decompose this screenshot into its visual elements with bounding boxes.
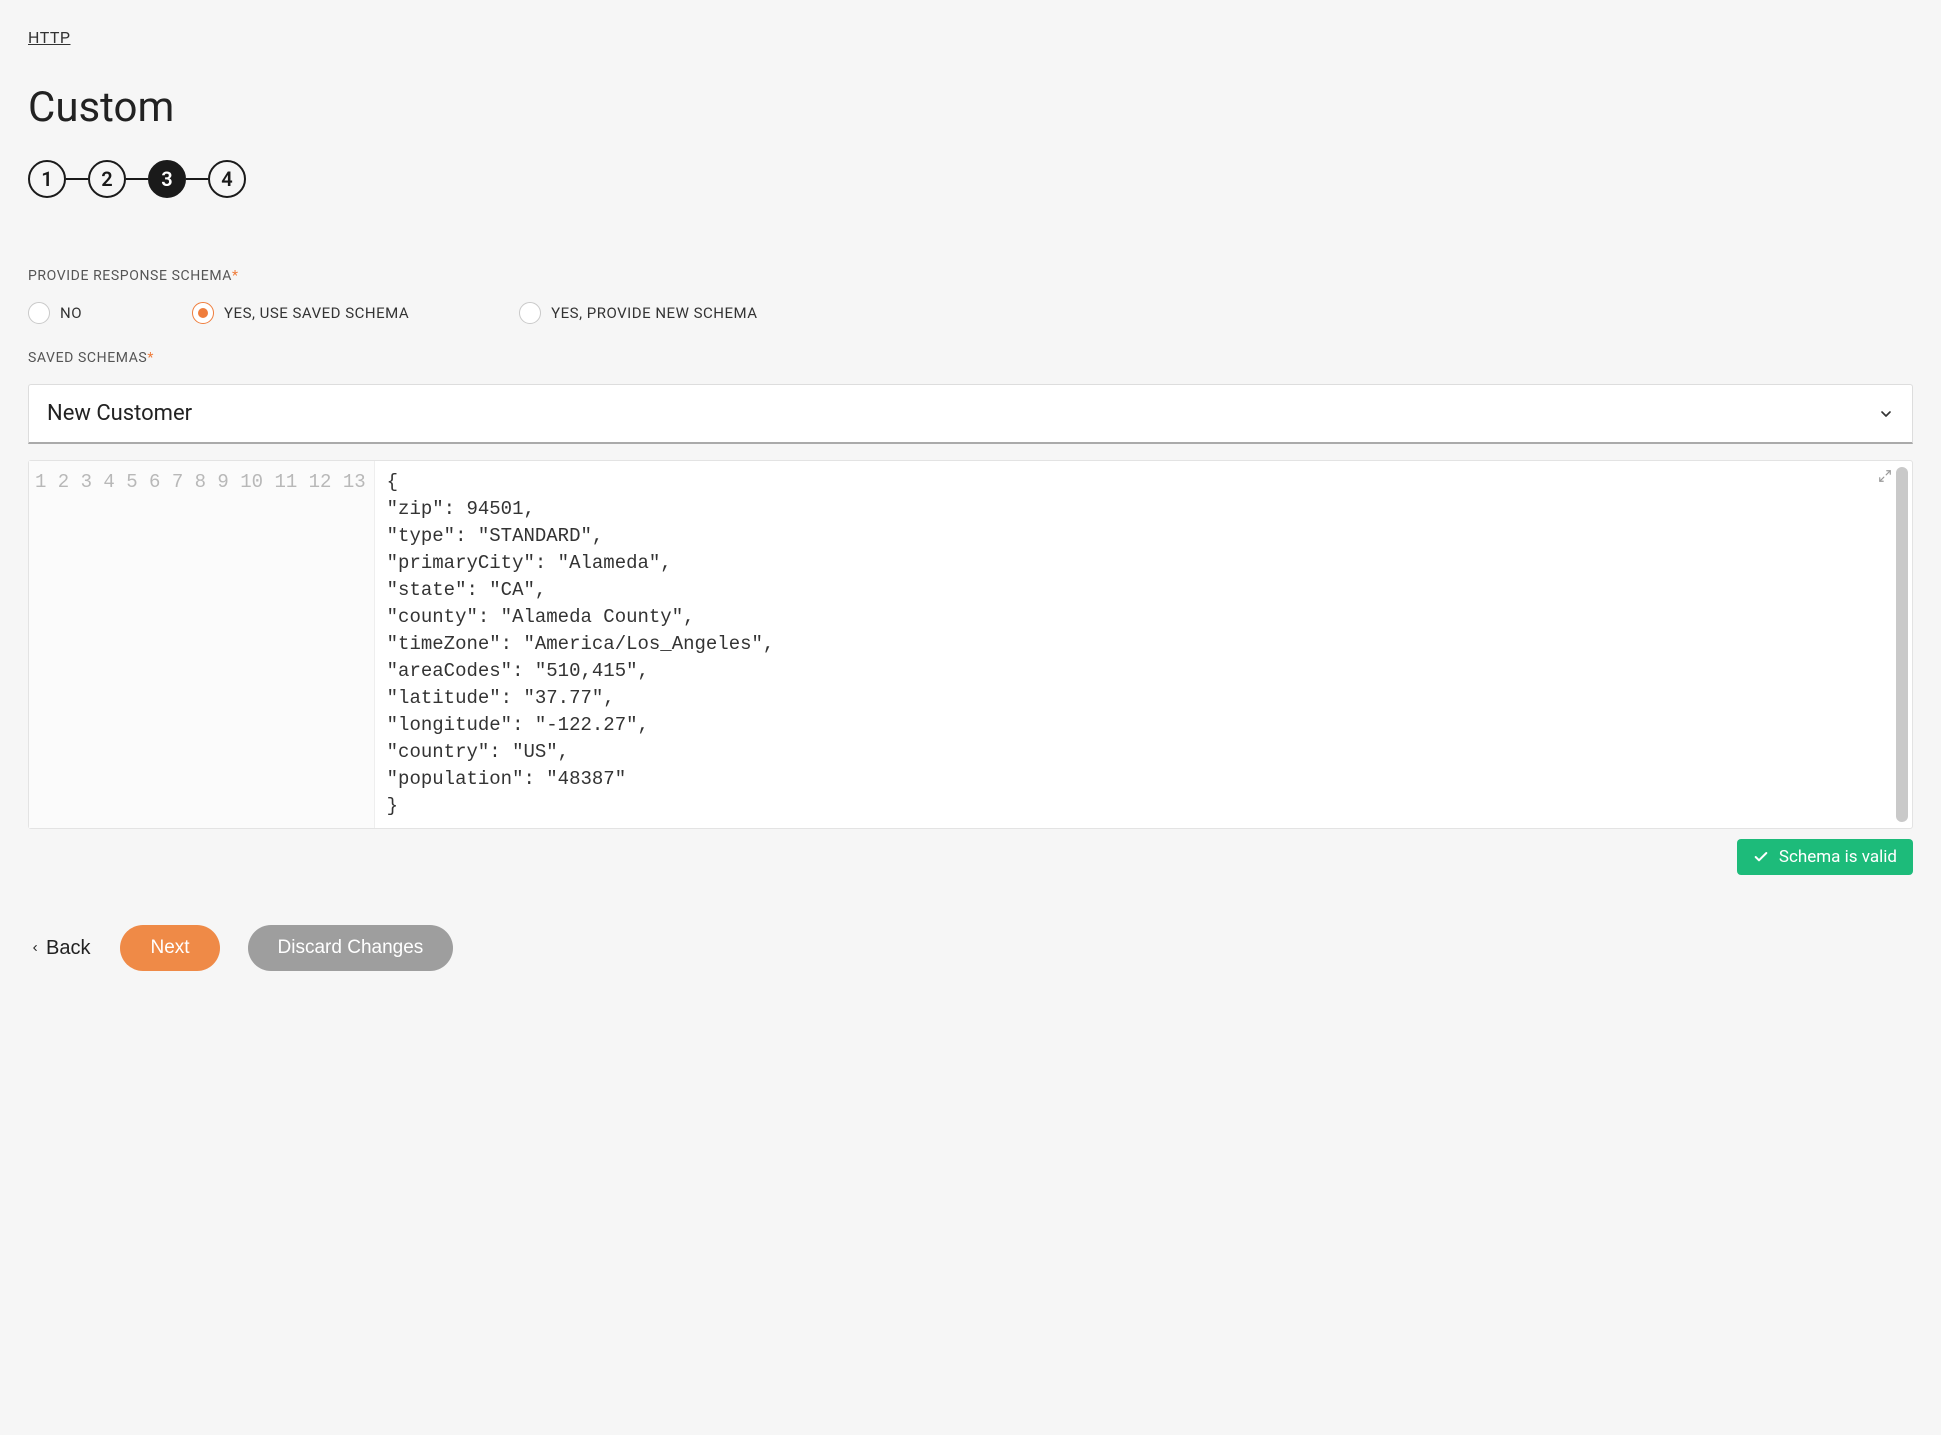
footer: Back Next Discard Changes [28, 925, 1913, 971]
radio-icon [519, 302, 541, 324]
saved-schemas-label: SAVED SCHEMAS* [28, 350, 1913, 366]
stepper: 1234 [28, 160, 1913, 198]
radio-label: YES, USE SAVED SCHEMA [224, 304, 409, 322]
back-button[interactable]: Back [28, 931, 92, 966]
saved-schemas-value: New Customer [47, 401, 192, 426]
radio-icon [192, 302, 214, 324]
breadcrumb-http[interactable]: HTTP [28, 28, 71, 47]
step-connector [126, 178, 148, 180]
provide-schema-label: PROVIDE RESPONSE SCHEMA* [28, 268, 1913, 284]
saved-schemas-select[interactable]: New Customer [28, 384, 1913, 444]
step-1[interactable]: 1 [28, 160, 66, 198]
step-connector [66, 178, 88, 180]
page-title: Custom [28, 83, 1913, 132]
schema-radio-group: NO YES, USE SAVED SCHEMA YES, PROVIDE NEW … [28, 302, 1913, 324]
provide-schema-label-text: PROVIDE RESPONSE SCHEMA [28, 268, 232, 284]
discard-button[interactable]: Discard Changes [248, 925, 454, 971]
next-button[interactable]: Next [120, 925, 219, 971]
schema-valid-text: Schema is valid [1779, 847, 1897, 867]
radio-label: YES, PROVIDE NEW SCHEMA [551, 304, 757, 322]
radio-icon [28, 302, 50, 324]
chevron-left-icon [30, 940, 40, 956]
required-star: * [147, 350, 154, 366]
editor-code[interactable]: { "zip": 94501, "type": "STANDARD", "pri… [375, 461, 1896, 828]
editor-gutter: 1 2 3 4 5 6 7 8 9 10 11 12 13 [29, 461, 375, 828]
schema-valid-badge: Schema is valid [1737, 839, 1913, 875]
schema-editor[interactable]: 1 2 3 4 5 6 7 8 9 10 11 12 13 { "zip": 9… [28, 460, 1913, 829]
step-2[interactable]: 2 [88, 160, 126, 198]
chevron-down-icon [1878, 406, 1894, 422]
schema-option-0[interactable]: NO [28, 302, 82, 324]
check-icon [1753, 849, 1769, 865]
step-connector [186, 178, 208, 180]
radio-label: NO [60, 304, 82, 322]
saved-schemas-label-text: SAVED SCHEMAS [28, 350, 147, 366]
back-button-label: Back [46, 937, 90, 960]
required-star: * [232, 268, 239, 284]
schema-option-2[interactable]: YES, PROVIDE NEW SCHEMA [519, 302, 757, 324]
schema-option-1[interactable]: YES, USE SAVED SCHEMA [192, 302, 409, 324]
step-3[interactable]: 3 [148, 160, 186, 198]
editor-scrollbar[interactable] [1896, 467, 1908, 822]
step-4[interactable]: 4 [208, 160, 246, 198]
expand-icon[interactable] [1878, 467, 1892, 494]
